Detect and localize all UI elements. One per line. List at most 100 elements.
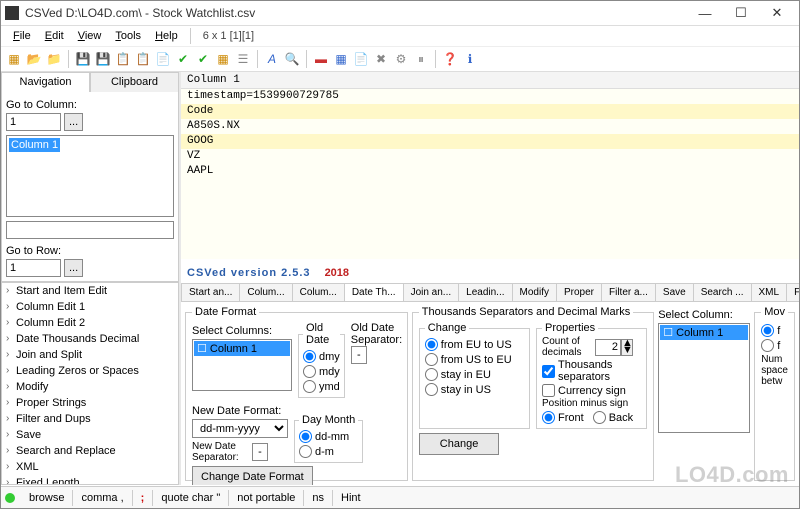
tree-item[interactable]: XML [2,459,178,475]
table-row[interactable]: timestamp=1539900729785 [181,89,799,104]
new-date-format-select[interactable]: dd-mm-yyyy [192,419,288,438]
menu-view[interactable]: View [72,28,108,44]
radio-ymd[interactable] [303,380,316,393]
gear-icon[interactable]: ⚙ [392,50,410,68]
radio-dmy[interactable] [303,350,316,363]
tree-item[interactable]: Column Edit 1 [2,299,178,315]
tree-item[interactable]: Start and Item Edit [2,283,178,299]
maximize-button[interactable]: ☐ [723,1,759,25]
bottom-tab[interactable]: Modify [512,283,557,301]
tree-item[interactable]: Filter and Dups [2,411,178,427]
radio-dm[interactable] [299,445,312,458]
bottom-tab[interactable]: Fixed L... [786,283,799,301]
help-icon[interactable]: ❓ [441,50,459,68]
tab-clipboard[interactable]: Clipboard [90,72,179,92]
select-column-listbox[interactable]: ☐ Column 1 [658,323,750,433]
radio-ddmm[interactable] [299,430,312,443]
open-icon[interactable]: 📂 [25,50,43,68]
table-row[interactable]: AAPL [181,164,799,179]
radio-eu-us[interactable] [425,338,438,351]
doc-icon[interactable]: 📄 [154,50,172,68]
checkbox-thousands[interactable] [542,365,555,378]
spinner-icon[interactable]: ▲▼ [621,339,633,356]
bottom-tab[interactable]: Start an... [181,283,240,301]
table-row[interactable]: VZ [181,149,799,164]
radio-mov1[interactable] [761,324,774,337]
bottom-tab[interactable]: Save [655,283,694,301]
new-icon[interactable]: ▦ [5,50,23,68]
find-icon[interactable]: 🔍 [283,50,301,68]
open2-icon[interactable]: 📁 [45,50,63,68]
table-row[interactable]: Code [181,104,799,119]
list-item[interactable]: ☐ Column 1 [660,325,748,340]
bottom-tab[interactable]: Proper [556,283,602,301]
del-icon[interactable]: ▬ [312,50,330,68]
radio-stay-eu[interactable] [425,368,438,381]
column-list-item[interactable]: Column 1 [9,138,60,152]
menu-tools[interactable]: Tools [109,28,147,44]
goto-row-input[interactable] [6,259,61,277]
paste-icon[interactable]: 📋 [134,50,152,68]
status-semi: ; [133,490,154,506]
column-listbox[interactable]: Column 1 [6,135,174,217]
grid-icon[interactable]: ▦ [214,50,232,68]
tree-item[interactable]: Search and Replace [2,443,178,459]
tree-item[interactable]: Join and Split [2,347,178,363]
table-row[interactable]: A850S.NX [181,119,799,134]
bottom-tab[interactable]: Leadin... [458,283,512,301]
add-icon[interactable]: ▦ [332,50,350,68]
radio-mov2[interactable] [761,339,774,352]
close-button[interactable]: ✕ [759,1,795,25]
tree-item[interactable]: Proper Strings [2,395,178,411]
change-button[interactable]: Change [419,433,500,455]
save-icon[interactable]: 💾 [74,50,92,68]
select-columns-listbox[interactable]: ☐ Column 1 [192,339,292,391]
change-date-format-button[interactable]: Change Date Format [192,466,313,485]
old-date-sep-input[interactable] [351,346,367,364]
bottom-tab[interactable]: Colum... [239,283,292,301]
radio-front[interactable] [542,411,555,424]
data-grid[interactable]: timestamp=1539900729785CodeA850S.NXGOOGV… [181,89,799,259]
radio-stay-us[interactable] [425,383,438,396]
grid-header[interactable]: Column 1 [181,72,799,89]
doc2-icon[interactable]: 📄 [352,50,370,68]
bottom-tab[interactable]: Join an... [403,283,460,301]
bottom-tab[interactable]: Colum... [292,283,345,301]
tree-item[interactable]: Save [2,427,178,443]
menu-help[interactable]: Help [149,28,184,44]
menu-file[interactable]: File [7,28,37,44]
info-icon[interactable]: ℹ [461,50,479,68]
tree-item[interactable]: Leading Zeros or Spaces [2,363,178,379]
tree-item[interactable]: Column Edit 2 [2,315,178,331]
bottom-tab[interactable]: Search ... [693,283,752,301]
list-item[interactable]: ☐ Column 1 [194,341,290,356]
bottom-tab[interactable]: Date Th... [344,283,404,301]
radio-back[interactable] [593,411,606,424]
font-icon[interactable]: A [263,50,281,68]
goto-row-button[interactable]: ... [64,259,83,277]
saveas-icon[interactable]: 💾 [94,50,112,68]
tree-item[interactable]: Modify [2,379,178,395]
check-icon[interactable]: ✔ [174,50,192,68]
list-icon[interactable]: ☰ [234,50,252,68]
copy-icon[interactable]: 📋 [114,50,132,68]
count-decimals-input[interactable] [595,339,621,356]
goto-column-button[interactable]: ... [64,113,83,131]
minimize-button[interactable]: — [687,1,723,25]
radio-mdy[interactable] [303,365,316,378]
tree-item[interactable]: Fixed Length [2,475,178,485]
goto-column-input[interactable] [6,113,61,131]
pause-icon[interactable]: ⏸ [412,50,430,68]
feature-tree[interactable]: Start and Item EditColumn Edit 1Column E… [1,282,179,485]
bottom-tab[interactable]: Filter a... [601,283,656,301]
check2-icon[interactable]: ✔ [194,50,212,68]
bottom-tab[interactable]: XML [751,283,788,301]
radio-us-eu[interactable] [425,353,438,366]
checkbox-currency[interactable] [542,384,555,397]
tools-icon[interactable]: ✖ [372,50,390,68]
table-row[interactable]: GOOG [181,134,799,149]
new-date-sep-input[interactable] [252,443,268,461]
menu-edit[interactable]: Edit [39,28,70,44]
tab-navigation[interactable]: Navigation [1,72,90,92]
tree-item[interactable]: Date Thousands Decimal [2,331,178,347]
